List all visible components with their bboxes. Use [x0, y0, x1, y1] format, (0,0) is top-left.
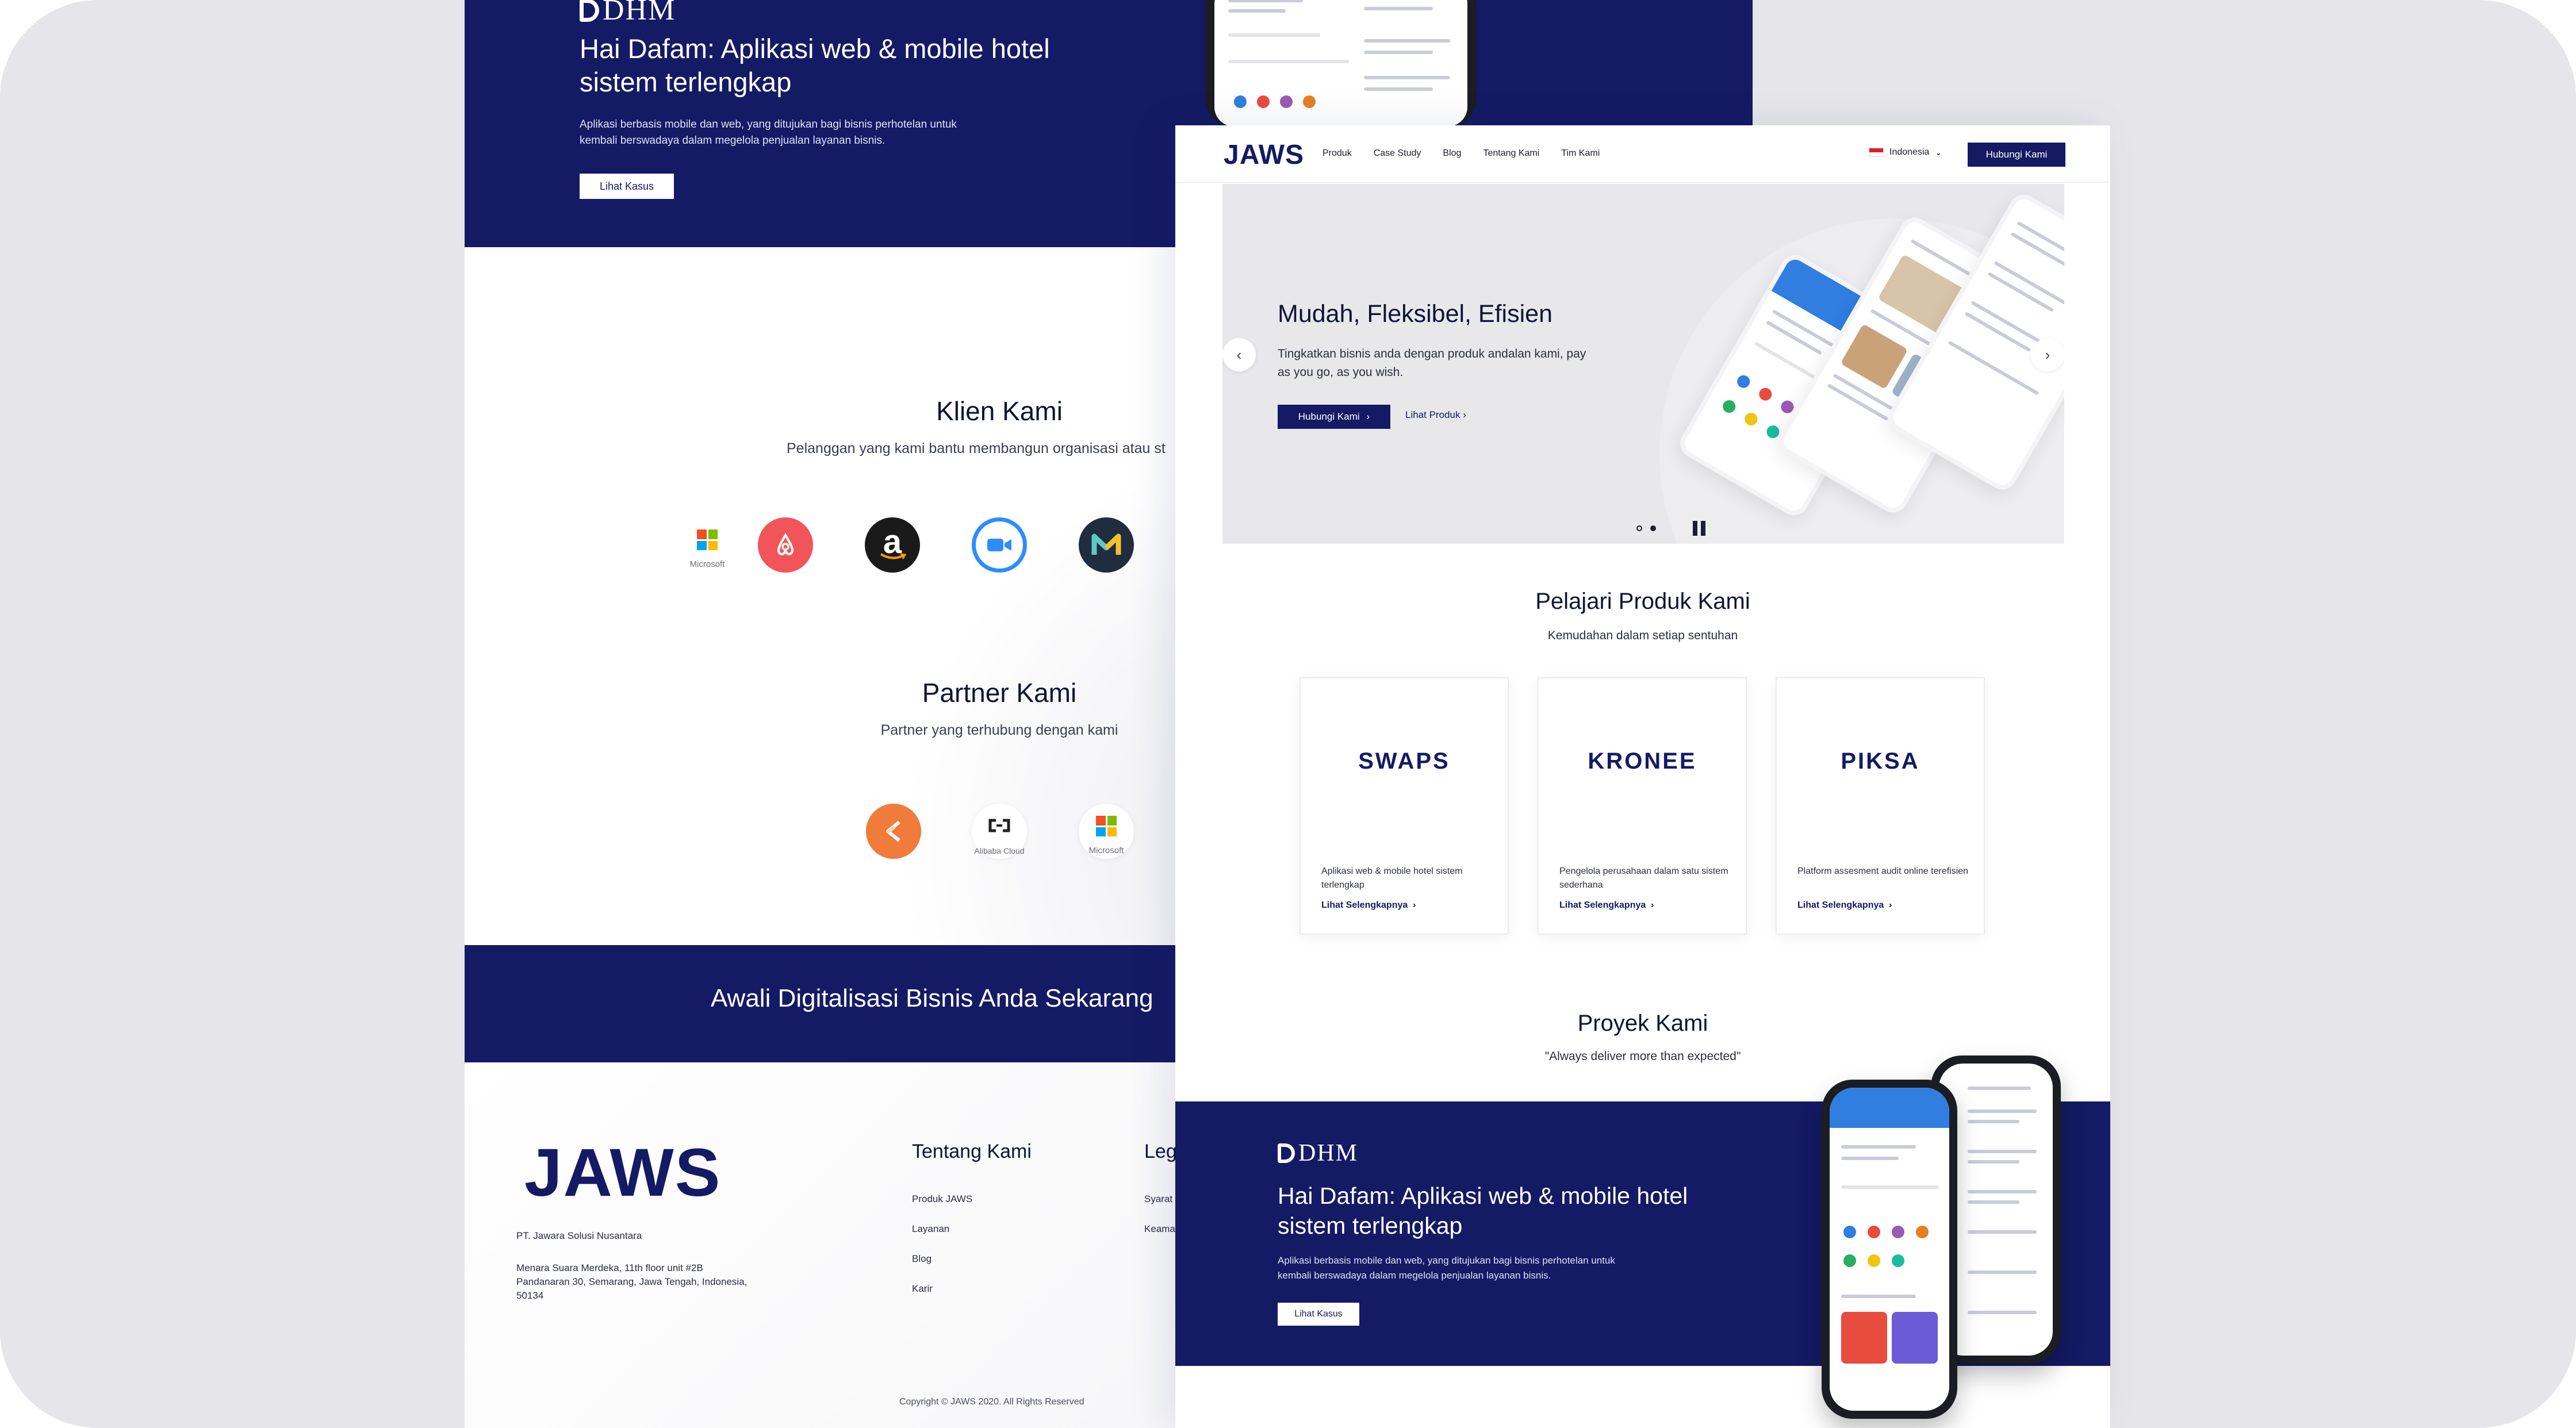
- front-page: JAWS Produk Case Study Blog Tentang Kami…: [1175, 125, 2110, 1428]
- nav-item-tim-kami[interactable]: Tim Kami: [1561, 148, 1600, 159]
- partner-microsoft-label: Microsoft: [1088, 846, 1124, 855]
- footer-address: Menara Suara Merdeka, 11th floor unit #2…: [516, 1262, 747, 1301]
- footer-link-layanan[interactable]: Layanan: [912, 1223, 949, 1235]
- dhm-mark-icon: [1278, 1143, 1295, 1163]
- dhm-logo: DHM: [580, 0, 676, 27]
- back-phone-screen: [1214, 0, 1467, 126]
- showcase-frame: DHM Hai Dafam: Aplikasi web & mobile hot…: [0, 0, 2576, 1428]
- product-more-label: Lihat Selengkapnya: [1559, 900, 1646, 910]
- product-more-link[interactable]: Lihat Selengkapnya ›: [1797, 900, 1892, 911]
- back-hero-desc: Aplikasi berbasis mobile dan web, yang d…: [580, 118, 957, 147]
- footer-link-syarat[interactable]: Syarat: [1144, 1193, 1172, 1205]
- chevron-right-icon: ›: [1651, 900, 1654, 910]
- product-card-piksa[interactable]: PIKSA Platform assesment audit online te…: [1776, 677, 1985, 935]
- hero-contact-label: Hubungi Kami: [1298, 411, 1360, 422]
- footer-link-karir[interactable]: Karir: [912, 1283, 933, 1295]
- carousel-dots: [1636, 525, 1656, 531]
- nav-menu: Produk Case Study Blog Tentang Kami Tim …: [1322, 148, 1600, 159]
- client-amazon-logo: a: [865, 517, 920, 573]
- back-hero-title: Hai Dafam: Aplikasi web & mobile hotel s…: [580, 33, 1050, 97]
- hero-products-label: Lihat Produk: [1405, 409, 1460, 420]
- chevron-right-icon: ›: [1463, 409, 1466, 420]
- nav-item-produk[interactable]: Produk: [1322, 148, 1352, 159]
- nav-item-case-study[interactable]: Case Study: [1374, 148, 1421, 159]
- product-more-label: Lihat Selengkapnya: [1797, 900, 1884, 910]
- project-phone-front-screen: [1830, 1088, 1949, 1411]
- client-microsoft-logo: Microsoft: [680, 517, 735, 573]
- footer-link-produk[interactable]: Produk JAWS: [912, 1193, 972, 1205]
- carousel-dot-1[interactable]: [1636, 525, 1642, 531]
- chevron-right-icon: ›: [2045, 346, 2050, 363]
- projects-title: Proyek Kami: [1577, 1011, 1708, 1036]
- product-more-label: Lihat Selengkapnya: [1321, 900, 1408, 910]
- client-microsoft-label: Microsoft: [689, 559, 725, 569]
- hero-products-link[interactable]: Lihat Produk ›: [1405, 409, 1466, 421]
- chevron-right-icon: ›: [1413, 900, 1416, 910]
- back-cta-text: Awali Digitalisasi Bisnis Anda Sekarang: [711, 984, 1153, 1012]
- footer-link-keamanan[interactable]: Keama: [1144, 1223, 1175, 1235]
- indonesia-flag-icon: [1869, 148, 1884, 157]
- client-mendeley-logo: [1079, 517, 1134, 573]
- project-desc: Aplikasi berbasis mobile dan web, yang d…: [1278, 1255, 1615, 1281]
- footer-col2-title: Leg: [1144, 1141, 1177, 1162]
- products-title: Pelajari Produk Kami: [1535, 589, 1750, 614]
- product-desc: Pengelola perusahaan dalam satu sistem s…: [1559, 866, 1728, 890]
- chevron-right-icon: ›: [1366, 411, 1370, 422]
- back-hero-button[interactable]: Lihat Kasus: [580, 174, 674, 199]
- hero-carousel: Mudah, Fleksibel, Efisien Tingkatkan bis…: [1222, 184, 2064, 544]
- chevron-right-icon: ›: [1889, 900, 1892, 910]
- partner-microsoft-logo: Microsoft: [1079, 804, 1134, 859]
- hero-title: Mudah, Fleksibel, Efisien: [1278, 300, 1552, 328]
- language-label: Indonesia: [1889, 147, 1930, 157]
- nav-contact-button[interactable]: Hubungi Kami: [1968, 143, 2065, 167]
- hero-contact-button[interactable]: Hubungi Kami ›: [1278, 405, 1390, 429]
- partner-alibaba-label: Alibaba Cloud: [974, 846, 1025, 855]
- carousel-next-button[interactable]: ›: [2031, 338, 2064, 371]
- products-subtitle: Kemudahan dalam setiap sentuhan: [1547, 629, 1738, 642]
- partner-alibaba-logo: Alibaba Cloud: [972, 804, 1027, 859]
- project-heading: Hai Dafam: Aplikasi web & mobile hotel s…: [1278, 1183, 1688, 1239]
- dhm-mark-icon: [580, 0, 599, 22]
- product-desc: Aplikasi web & mobile hotel sistem terle…: [1321, 866, 1463, 890]
- nav-jaws-logo[interactable]: JAWS: [1224, 139, 1304, 171]
- carousel-pause-icon[interactable]: [1693, 521, 1707, 536]
- product-desc: Platform assesment audit online terefisi…: [1797, 866, 1969, 876]
- product-card-kronee[interactable]: KRONEE Pengelola perusahaan dalam satu s…: [1538, 677, 1747, 935]
- product-card-swaps[interactable]: SWAPS Aplikasi web & mobile hotel sistem…: [1300, 677, 1509, 935]
- swaps-logo: SWAPS: [1358, 748, 1450, 774]
- top-nav: JAWS Produk Case Study Blog Tentang Kami…: [1175, 125, 2110, 183]
- language-select[interactable]: Indonesia ⌄: [1869, 147, 1942, 158]
- client-airbnb-logo: [758, 517, 813, 573]
- project-case-button[interactable]: Lihat Kasus: [1278, 1303, 1359, 1326]
- footer-copyright: Copyright © JAWS 2020. All Rights Reserv…: [899, 1397, 1084, 1407]
- carousel-dot-2[interactable]: [1650, 525, 1656, 531]
- footer-company: PT. Jawara Solusi Nusantara: [516, 1230, 642, 1241]
- kronee-logo: KRONEE: [1588, 748, 1697, 774]
- carousel-prev-button[interactable]: ‹: [1222, 338, 1256, 371]
- partner-kotlin-logo: [866, 804, 921, 859]
- piksa-logo: PIKSA: [1841, 748, 1920, 774]
- project-brand-text: DHM: [1298, 1140, 1359, 1166]
- footer-jaws-logo: JAWS: [524, 1135, 722, 1211]
- hero-desc: Tingkatkan bisnis anda dengan produk and…: [1278, 347, 1586, 379]
- product-more-link[interactable]: Lihat Selengkapnya ›: [1321, 900, 1416, 911]
- client-zoom-logo: [972, 517, 1027, 573]
- project-dhm-logo: DHM: [1278, 1139, 1358, 1167]
- product-more-link[interactable]: Lihat Selengkapnya ›: [1559, 900, 1654, 911]
- footer-link-blog[interactable]: Blog: [912, 1253, 931, 1265]
- back-phone-mockup: [1205, 0, 1477, 126]
- dhm-brand-text: DHM: [603, 0, 676, 26]
- project-phone-front: [1822, 1080, 1957, 1419]
- nav-item-blog[interactable]: Blog: [1443, 148, 1461, 159]
- chevron-down-icon: ⌄: [1935, 147, 1942, 157]
- chevron-left-icon: ‹: [1236, 346, 1242, 363]
- footer-col1-title: Tentang Kami: [912, 1141, 1032, 1162]
- nav-item-tentang-kami[interactable]: Tentang Kami: [1483, 148, 1539, 159]
